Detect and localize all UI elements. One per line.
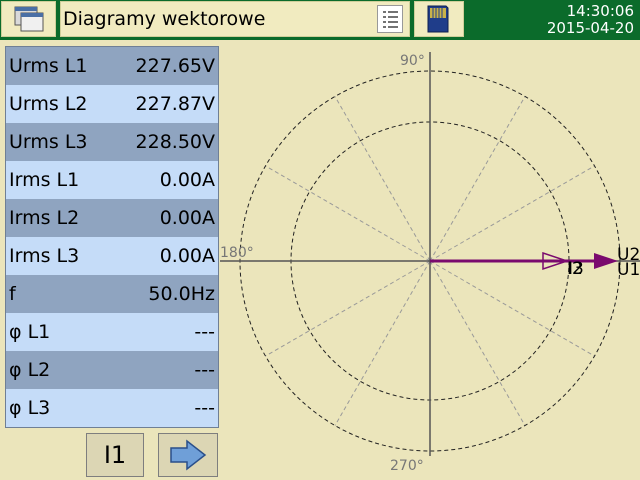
table-row: f 50.0Hz	[6, 275, 218, 313]
row-value: ---	[194, 397, 215, 419]
table-row: Urms L1 227.65V	[6, 47, 218, 85]
row-label: Irms L1	[9, 169, 80, 191]
table-row: Urms L3 228.50V	[6, 123, 218, 161]
row-label: φ L3	[9, 397, 51, 419]
table-row: Urms L2 227.87V	[6, 85, 218, 123]
voltage-phasor	[430, 253, 618, 269]
row-value: 227.87V	[135, 93, 215, 115]
measurement-table: Urms L1 227.65V Urms L2 227.87V Urms L3 …	[5, 46, 219, 428]
row-value: 0.00A	[159, 169, 215, 191]
table-row: Irms L3 0.00A	[6, 237, 218, 275]
row-value: ---	[194, 359, 215, 381]
arrow-right-icon	[170, 439, 207, 471]
row-value: ---	[194, 321, 215, 343]
current-label-i3: I3	[568, 259, 584, 279]
row-value: 0.00A	[159, 207, 215, 229]
row-value: 227.65V	[135, 55, 215, 77]
clock-date: 2015-04-20	[546, 19, 634, 37]
table-row: Irms L1 0.00A	[6, 161, 218, 199]
channel-select-button[interactable]: I1	[86, 433, 144, 477]
angle-label-180: 180°	[220, 245, 254, 261]
windows-button[interactable]	[1, 1, 56, 37]
row-label: Irms L2	[9, 207, 80, 229]
table-row: φ L2 ---	[6, 351, 218, 389]
phasor-diagram: 90° 180° 270° I2 I3 U2 U1	[220, 52, 640, 474]
row-value: 228.50V	[135, 131, 215, 153]
sd-card-icon	[427, 5, 449, 33]
voltage-label-u1: U1	[617, 260, 640, 280]
next-button[interactable]	[158, 433, 218, 477]
row-label: φ L1	[9, 321, 51, 343]
row-label: φ L2	[9, 359, 51, 381]
page-title: Diagramy wektorowe	[63, 8, 266, 30]
title-bar: Diagramy wektorowe	[60, 1, 410, 37]
table-row: φ L3 ---	[6, 389, 218, 427]
row-label: Irms L3	[9, 245, 80, 267]
row-value: 0.00A	[159, 245, 215, 267]
row-value: 50.0Hz	[148, 283, 215, 305]
row-label: Urms L2	[9, 93, 88, 115]
row-label: Urms L1	[9, 55, 88, 77]
row-label: Urms L3	[9, 131, 88, 153]
table-row: Irms L2 0.00A	[6, 199, 218, 237]
windows-icon	[14, 6, 44, 32]
list-icon	[383, 11, 398, 28]
row-label: f	[9, 283, 16, 305]
top-bar: Diagramy wektorowe 14:30:06 2015-04-20	[0, 0, 640, 40]
storage-button[interactable]	[414, 1, 464, 37]
table-row: φ L1 ---	[6, 313, 218, 351]
clock-time: 14:30:06	[566, 2, 634, 20]
list-button[interactable]	[377, 5, 403, 33]
angle-label-270: 270°	[390, 458, 424, 474]
angle-label-90: 90°	[400, 53, 425, 69]
